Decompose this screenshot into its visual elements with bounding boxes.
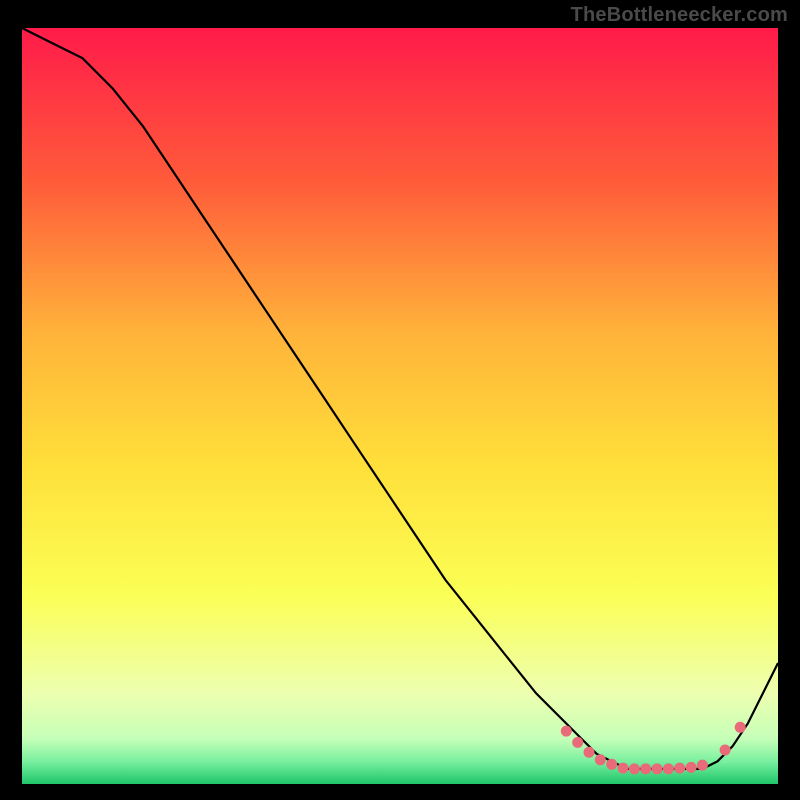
watermark-text: TheBottleneecker.com [571, 4, 788, 27]
valley-marker [686, 762, 697, 773]
valley-marker [652, 763, 663, 774]
valley-marker [561, 726, 572, 737]
plot-area [22, 28, 778, 784]
valley-marker [618, 763, 629, 774]
valley-marker [572, 737, 583, 748]
valley-marker [697, 760, 708, 771]
valley-marker [720, 745, 731, 756]
valley-marker [629, 763, 640, 774]
valley-marker [663, 763, 674, 774]
chart-frame: TheBottleneecker.com [0, 0, 800, 800]
valley-marker [584, 747, 595, 758]
chart-svg [22, 28, 778, 784]
gradient-background [22, 28, 778, 784]
valley-marker [735, 722, 746, 733]
valley-marker [674, 763, 685, 774]
valley-marker [595, 754, 606, 765]
valley-marker [640, 763, 651, 774]
valley-marker [606, 759, 617, 770]
